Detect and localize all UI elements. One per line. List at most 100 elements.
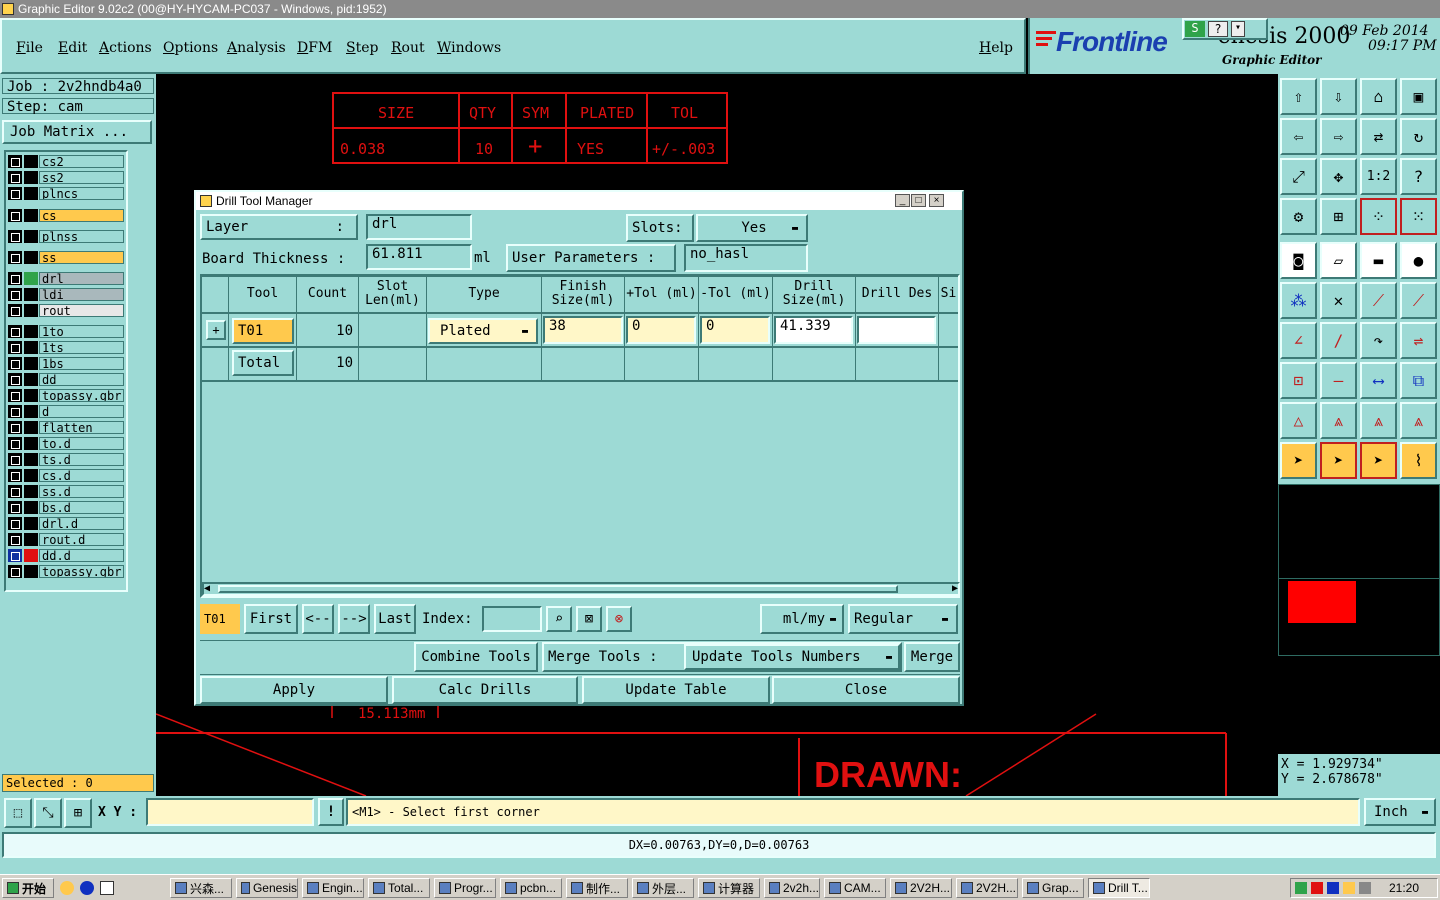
checkbox-icon[interactable]: [8, 208, 22, 222]
menu-edit[interactable]: Edit: [58, 40, 87, 56]
menu-help[interactable]: Help: [979, 40, 1013, 56]
toolbar-flip-icon[interactable]: ⇌: [1400, 322, 1437, 359]
layer-row[interactable]: 1ts: [8, 340, 124, 354]
menu-windows[interactable]: Windows: [437, 40, 501, 56]
toolbar-tri-d-icon[interactable]: ⩓: [1400, 402, 1437, 439]
tray-icon[interactable]: [1359, 882, 1371, 894]
toolbar-move-down-icon[interactable]: ⇩: [1320, 78, 1357, 115]
checkbox-icon[interactable]: [8, 404, 22, 418]
task-button[interactable]: Total...: [368, 878, 430, 898]
toolbar-snap-b-icon[interactable]: ⁙: [1400, 198, 1437, 235]
toolbar-cross-icon[interactable]: ✕: [1320, 282, 1357, 319]
toolbar-rect-icon[interactable]: ▱: [1320, 242, 1357, 279]
filter-icon[interactable]: ⊠: [576, 606, 602, 632]
toolbar-shapes-icon[interactable]: ⧉: [1400, 362, 1437, 399]
horizontal-scrollbar[interactable]: ◀ ▶: [202, 582, 960, 596]
layer-row[interactable]: plncs: [8, 186, 124, 200]
checkbox-icon[interactable]: [8, 287, 22, 301]
help-icon[interactable]: ?: [1208, 21, 1228, 37]
mini-map[interactable]: [1278, 484, 1440, 656]
scroll-left-icon[interactable]: ◀: [204, 583, 210, 594]
layer-row[interactable]: topassy.gbr: [8, 564, 124, 578]
checkbox-icon[interactable]: [8, 388, 22, 402]
next-button[interactable]: -->: [338, 604, 370, 634]
layer-row[interactable]: bs.d: [8, 500, 124, 514]
toolbar-move-up-icon[interactable]: ⇧: [1280, 78, 1317, 115]
update-table-button[interactable]: Update Table: [582, 676, 770, 704]
plus-tol-input[interactable]: 0: [626, 316, 696, 344]
maximize-icon[interactable]: □: [911, 194, 926, 207]
task-button[interactable]: 2V2H...: [956, 878, 1018, 898]
task-button[interactable]: 2V2H...: [890, 878, 952, 898]
toolbar-redraw-icon[interactable]: ↻: [1400, 118, 1437, 155]
layer-row[interactable]: ss2: [8, 170, 124, 184]
toolbar-one-to-two-icon[interactable]: 1:2: [1360, 158, 1397, 195]
layer-row[interactable]: plnss: [8, 229, 124, 243]
grid-toggle-icon[interactable]: ⊞: [64, 798, 92, 828]
checkbox-icon[interactable]: [8, 452, 22, 466]
toolbar-measure-icon[interactable]: ⟷: [1360, 362, 1397, 399]
task-button[interactable]: 计算器: [698, 878, 760, 898]
layer-row[interactable]: dd: [8, 372, 124, 386]
task-button[interactable]: CAM...: [824, 878, 886, 898]
toolbar-ruler-icon[interactable]: ▬: [1360, 242, 1397, 279]
checkbox-icon[interactable]: [8, 372, 22, 386]
layer-row[interactable]: ss.d: [8, 484, 124, 498]
col-header-slot-len[interactable]: Slot Len(ml): [359, 276, 426, 312]
toolbar-window-icon[interactable]: ▣: [1400, 78, 1437, 115]
index-input[interactable]: [482, 606, 542, 632]
toolbar-home-icon[interactable]: ⌂: [1360, 78, 1397, 115]
toolbar-swap-icon[interactable]: ⇄: [1360, 118, 1397, 155]
scroll-right-icon[interactable]: ▶: [952, 583, 958, 594]
checkbox-icon[interactable]: [8, 250, 22, 264]
toolbar-tri-a-icon[interactable]: △: [1280, 402, 1317, 439]
toolbar-settings-icon[interactable]: ⚙: [1280, 198, 1317, 235]
dropdown-icon[interactable]: ▾: [1231, 21, 1245, 37]
checkbox-icon[interactable]: [8, 170, 22, 184]
scrollbar-thumb[interactable]: [218, 585, 898, 593]
drill-des-input[interactable]: [857, 316, 936, 344]
toolbar-nodes-icon[interactable]: ⁂: [1280, 282, 1317, 319]
alert-icon[interactable]: !: [318, 798, 344, 826]
menu-dfm[interactable]: DFM: [297, 40, 332, 56]
checkbox-icon[interactable]: [8, 324, 22, 338]
col-header-minus-tol[interactable]: -Tol (ml): [699, 276, 772, 312]
toolbar-circle-icon[interactable]: ●: [1400, 242, 1437, 279]
minus-tol-input[interactable]: 0: [700, 316, 770, 344]
checkbox-icon[interactable]: [8, 420, 22, 434]
task-button[interactable]: 2v2h...: [764, 878, 820, 898]
menu-step[interactable]: Step: [346, 40, 378, 56]
toolbar-angle-icon[interactable]: ∠: [1280, 322, 1317, 359]
layer-row[interactable]: ldi: [8, 287, 124, 301]
checkbox-icon[interactable]: [8, 303, 22, 317]
menu-file[interactable]: File: [16, 40, 43, 56]
layer-row[interactable]: cs.d: [8, 468, 124, 482]
toolbar-arc-icon[interactable]: ↷: [1360, 322, 1397, 359]
search-icon[interactable]: ⌕: [546, 606, 572, 632]
checkbox-icon[interactable]: [8, 340, 22, 354]
menu-actions[interactable]: Actions: [99, 40, 152, 56]
update-tools-numbers-dropdown[interactable]: Update Tools Numbers ▬: [684, 644, 900, 670]
checkbox-icon[interactable]: [8, 436, 22, 450]
toolbar-select-b-icon[interactable]: ➤: [1360, 442, 1397, 479]
calc-drills-button[interactable]: Calc Drills: [392, 676, 578, 704]
checkbox-icon[interactable]: [8, 484, 22, 498]
toolbar-grid-icon[interactable]: ⊞: [1320, 198, 1357, 235]
checkbox-icon[interactable]: [8, 356, 22, 370]
tray-icon[interactable]: [1327, 882, 1339, 894]
start-button[interactable]: 开始: [2, 878, 54, 898]
toolbar-slash-icon[interactable]: /: [1320, 322, 1357, 359]
delete-icon[interactable]: ⊗: [606, 606, 632, 632]
layer-row[interactable]: ss: [8, 250, 124, 264]
col-header-drill-des[interactable]: Drill Des: [856, 276, 938, 312]
checkbox-icon[interactable]: [8, 229, 22, 243]
task-button[interactable]: pcbn...: [500, 878, 562, 898]
toolbar-line-b-icon[interactable]: ⟋: [1400, 282, 1437, 319]
col-header-plus-tol[interactable]: +Tol (ml): [625, 276, 698, 312]
finish-size-input[interactable]: 38: [543, 316, 623, 344]
toolbar-select-icon[interactable]: ➤: [1320, 442, 1357, 479]
checkbox-icon[interactable]: [8, 154, 22, 168]
tray-icon[interactable]: [1343, 882, 1355, 894]
menu-options[interactable]: Options: [163, 40, 218, 56]
first-button[interactable]: First: [244, 604, 298, 634]
